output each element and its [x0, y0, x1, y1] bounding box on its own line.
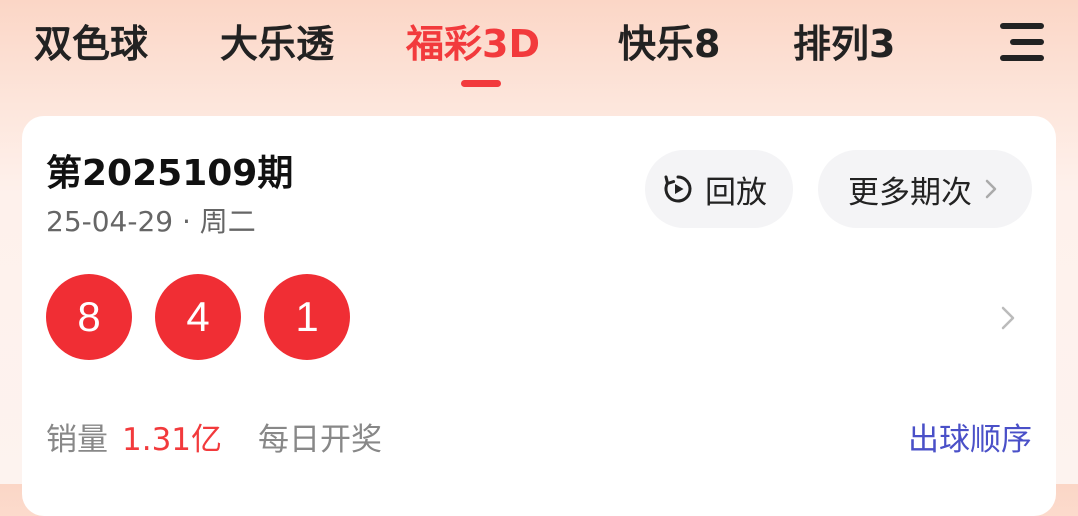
tab-daletou[interactable]: 大乐透 — [220, 18, 334, 70]
draw-result-card[interactable]: 第2025109期 25-04-29 · 周二 回放 更多期次 8 4 1 销量… — [22, 116, 1056, 516]
tab-fucai-3d[interactable]: 福彩3D — [406, 18, 540, 70]
replay-button[interactable]: 回放 — [645, 150, 793, 228]
draw-frequency: 每日开奖 — [258, 422, 382, 458]
sales-label: 销量 — [46, 422, 108, 458]
ball-order-link[interactable]: 出球顺序 — [908, 414, 1032, 459]
more-issues-label: 更多期次 — [848, 174, 972, 211]
chevron-right-icon — [985, 179, 997, 199]
number-ball: 4 — [155, 274, 241, 360]
number-ball: 8 — [46, 274, 132, 360]
menu-icon[interactable] — [996, 20, 1048, 64]
lottery-tab-bar: 双色球 大乐透 福彩3D 快乐8 排列3 — [0, 0, 1078, 110]
replay-icon — [664, 175, 692, 203]
tab-pailie-3[interactable]: 排列3 — [793, 18, 895, 70]
draw-date: 25-04-29 · 周二 — [46, 205, 256, 238]
chevron-right-icon[interactable] — [1000, 306, 1016, 330]
more-issues-button[interactable]: 更多期次 — [818, 150, 1032, 228]
tab-kuaile-8[interactable]: 快乐8 — [618, 18, 720, 70]
tab-shuangseqiu[interactable]: 双色球 — [34, 18, 148, 70]
number-ball: 1 — [264, 274, 350, 360]
replay-label: 回放 — [705, 174, 767, 211]
active-tab-indicator — [461, 80, 501, 87]
issue-number: 第2025109期 — [46, 153, 294, 194]
sales-value: 1.31亿 — [122, 422, 223, 458]
